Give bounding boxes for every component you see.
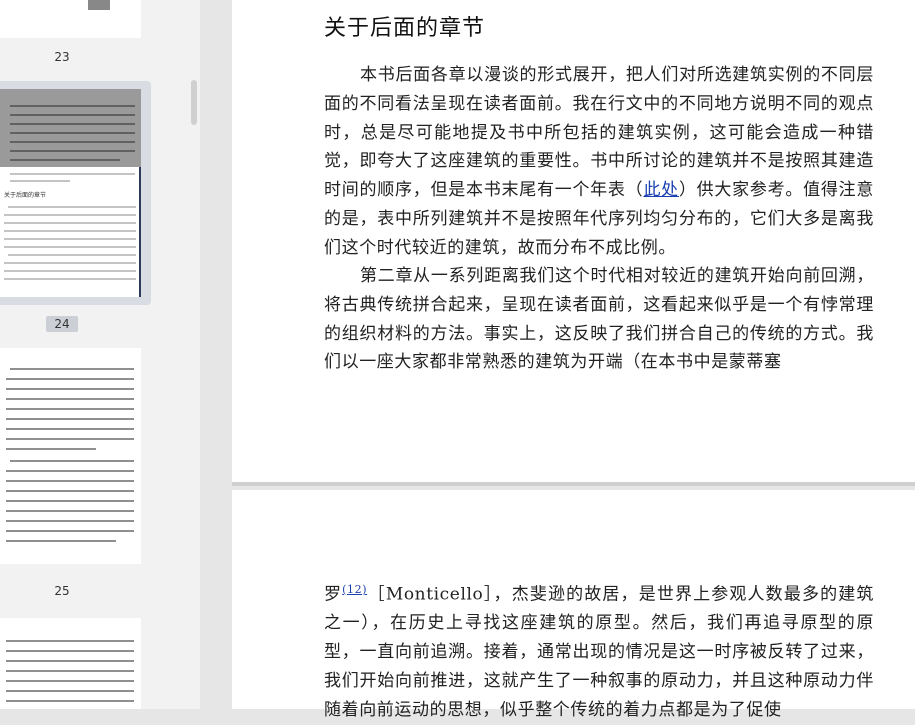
sidebar-scrollbar[interactable]: [191, 80, 197, 125]
paragraph-1: 本书后面各章以漫谈的形式展开，把人们对所选建筑实例的不同层面的不同看法呈现在读者…: [324, 61, 874, 263]
page-thumbnail-25[interactable]: [0, 348, 141, 564]
page-number-23: 23: [54, 50, 70, 64]
thumbnail-heading: 关于后面的章节: [4, 192, 47, 199]
page-number-25: 25: [54, 584, 70, 598]
paragraph-2: 第二章从一系列距离我们这个时代相对较近的建筑开始向前回溯，将古典传统拼合起来，呈…: [324, 266, 874, 373]
page-thumbnail-24[interactable]: 关于后面的章节: [0, 89, 141, 297]
page-separator: [232, 482, 915, 486]
footnote-link[interactable]: (12): [342, 583, 367, 596]
page-number-24: 24: [46, 316, 78, 332]
paragraph-3-text: ［Monticello］，杰斐逊的故居，是世界上参观人数最多的建筑之一），在历史…: [324, 584, 874, 720]
paragraph-3-start: 罗: [324, 584, 343, 605]
section-heading: 关于后面的章节: [324, 16, 486, 41]
page-thumbnail-23[interactable]: [0, 0, 141, 38]
paragraph-3: 罗(12)［Monticello］，杰斐逊的故居，是世界上参观人数最多的建筑之一…: [324, 576, 874, 725]
thumbnail-sidebar: 23 关于后面的章节 24 25: [0, 0, 200, 709]
page-thumbnail-26[interactable]: [0, 618, 141, 709]
panel-divider: [200, 0, 232, 709]
chronology-link[interactable]: 此处: [643, 180, 679, 200]
